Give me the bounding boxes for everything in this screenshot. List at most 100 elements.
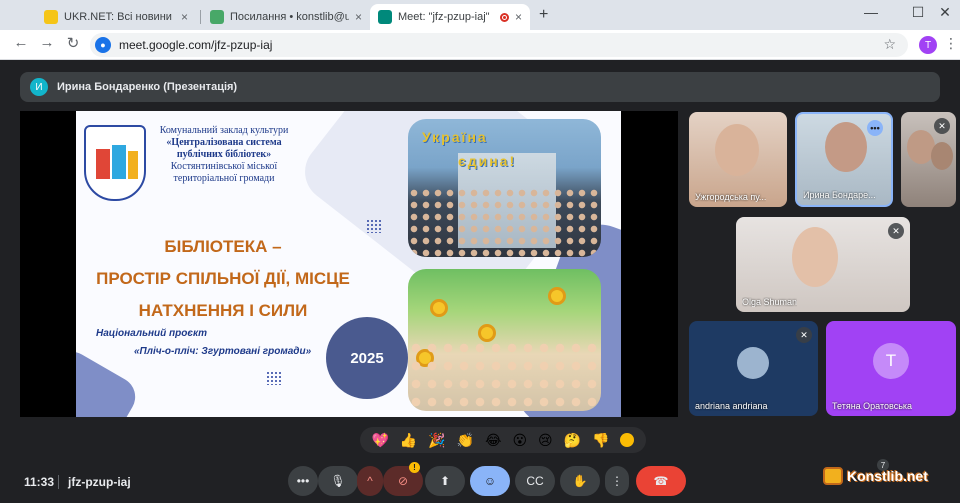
presenter-avatar: И: [30, 78, 48, 96]
footer-separator: [58, 475, 59, 489]
presentation-slide: Комунальний заклад культури «Централізов…: [76, 111, 621, 417]
browser-toolbar: ← → ↻ ● meet.google.com/jfz-pzup-iaj ☆ T…: [0, 30, 960, 60]
more-options-icon[interactable]: •••: [867, 120, 883, 136]
bookmark-star-icon[interactable]: ☆: [883, 36, 896, 53]
muted-mic-icon: ✕: [796, 327, 812, 343]
participant-name: Ужгородська пу...: [695, 192, 767, 202]
close-window-button[interactable]: ✕: [930, 4, 960, 21]
forward-arrow-icon[interactable]: →: [36, 34, 58, 51]
emoji-icon: ☺: [483, 474, 497, 488]
hang-up-icon: ☎: [653, 474, 669, 488]
mail-favicon-icon: [210, 10, 224, 24]
meeting-code: jfz-pzup-iaj: [68, 475, 131, 489]
project-title: Національний проєкт «Пліч-о-пліч: Згурто…: [96, 328, 312, 357]
watermark-logo: [823, 467, 843, 485]
participant-name: Тетяна Оратовська: [832, 401, 913, 411]
participant-name: Olga Shuman: [742, 297, 798, 307]
tab-title: Посилання • konstlib@ukr.net: [230, 11, 349, 23]
close-icon[interactable]: ×: [515, 10, 522, 24]
back-arrow-icon[interactable]: ←: [10, 34, 32, 51]
participant-video: [792, 227, 838, 287]
tab-ukrnet[interactable]: UKR.NET: Всі новини України, ×: [36, 4, 196, 30]
tab-mail[interactable]: Посилання • konstlib@ukr.net ×: [202, 4, 370, 30]
tab-separator: [200, 10, 201, 24]
reaction-thumbs-down[interactable]: 👎: [592, 433, 609, 447]
watermark: Konstlib.net: [823, 467, 928, 485]
meet-window: И Ирина Бондаренко (Презентація) Комунал…: [8, 61, 956, 503]
raise-hand-button[interactable]: ✋: [560, 466, 600, 496]
participant-name: andriana andriana: [695, 401, 768, 411]
reaction-laugh[interactable]: 😂: [485, 433, 501, 447]
camera-options-button[interactable]: ^: [357, 466, 383, 496]
watermark-text: Konstlib.net: [847, 468, 928, 484]
slide-dots-decor: [266, 371, 282, 385]
chevron-up-icon: ^: [367, 474, 373, 488]
participant-avatar: T: [873, 343, 909, 379]
slide-dots-decor: [366, 219, 382, 233]
participant-tile[interactable]: Ужгородська пу...: [689, 112, 787, 207]
microphone-button[interactable]: 🎙: [318, 466, 358, 496]
address-bar[interactable]: ● meet.google.com/jfz-pzup-iaj ☆: [90, 33, 908, 57]
organization-name: Комунальний заклад культури «Централізов…: [159, 125, 289, 184]
year-badge: 2025: [326, 317, 408, 399]
muted-mic-icon: ✕: [888, 223, 904, 239]
participant-tile[interactable]: ✕ Olga Shuman: [736, 217, 910, 312]
meet-favicon-icon: [378, 10, 392, 24]
slide-photo-children: [408, 269, 601, 411]
skin-tone-icon[interactable]: [620, 433, 635, 447]
participant-name: Ирина Бондаре...: [803, 190, 876, 200]
reaction-party[interactable]: 🎉: [428, 433, 445, 447]
participant-video: [825, 122, 867, 172]
tab-meet[interactable]: Meet: "jfz-pzup-iaj" ×: [370, 4, 530, 30]
recording-icon: [499, 12, 509, 22]
url-text: meet.google.com/jfz-pzup-iaj: [119, 38, 273, 52]
reaction-heart[interactable]: 💖: [371, 433, 388, 447]
reactions-bar: 💖 👍 🎉 👏 😂 😮 😢 🤔 👎: [360, 427, 646, 453]
window-edge: [0, 60, 8, 503]
participant-tile[interactable]: ✕: [901, 112, 956, 207]
warning-badge: !: [409, 462, 420, 473]
presenter-banner: И Ирина Бондаренко (Презентація): [20, 72, 940, 102]
participant-tile[interactable]: ✕ andriana andriana: [689, 321, 818, 416]
tab-title: Meet: "jfz-pzup-iaj": [398, 11, 490, 23]
participant-avatar: [737, 347, 769, 379]
participant-video: [715, 124, 759, 176]
close-icon[interactable]: ×: [181, 10, 188, 24]
more-dots-icon: •••: [296, 474, 310, 488]
leave-call-button[interactable]: ☎: [636, 466, 686, 496]
profile-avatar[interactable]: T: [919, 36, 937, 54]
ukrnet-favicon-icon: [44, 10, 58, 24]
new-tab-button[interactable]: +: [539, 6, 548, 24]
presenter-name: Ирина Бондаренко (Презентація): [57, 81, 238, 93]
captions-button[interactable]: CC: [515, 466, 555, 496]
browser-menu-icon[interactable]: ⋮: [944, 35, 958, 52]
slide-headline: БІБЛІОТЕКА – ПРОСТІР СПІЛЬНОЇ ДІЇ, МІСЦЕ…: [96, 237, 350, 320]
participant-tile[interactable]: T Тетяна Оратовська: [826, 321, 956, 416]
reaction-surprised[interactable]: 😮: [512, 433, 527, 447]
reaction-clap[interactable]: 👏: [457, 433, 474, 447]
reaction-thumbs-up[interactable]: 👍: [400, 433, 417, 447]
hand-icon: ✋: [572, 474, 588, 488]
browser-tab-strip: UKR.NET: Всі новини України, × Посилання…: [0, 0, 960, 30]
participant-tile-active-speaker[interactable]: ••• Ирина Бондаре...: [795, 112, 893, 207]
reactions-button[interactable]: ☺: [470, 466, 510, 496]
reaction-sad[interactable]: 😢: [538, 433, 553, 447]
kebab-icon: ⋮: [611, 474, 623, 488]
muted-mic-icon: ✕: [934, 118, 950, 134]
clock-time: 11:33: [24, 475, 55, 489]
slide-photo-assembly: Україна єдина!: [408, 119, 601, 257]
present-screen-button[interactable]: ⬆: [425, 466, 465, 496]
more-audio-options-button[interactable]: •••: [288, 466, 318, 496]
maximize-button[interactable]: ☐: [903, 4, 933, 21]
microphone-icon: 🎙: [330, 474, 346, 488]
site-info-icon[interactable]: ●: [95, 37, 111, 53]
reaction-thinking[interactable]: 🤔: [564, 433, 581, 447]
participant-video: [931, 142, 953, 170]
more-options-button[interactable]: ⋮: [605, 466, 629, 496]
reload-icon[interactable]: ↻: [62, 34, 84, 52]
present-screen-icon: ⬆: [439, 474, 451, 488]
close-icon[interactable]: ×: [355, 10, 362, 24]
captions-icon: CC: [526, 474, 544, 488]
presentation-stage[interactable]: Комунальний заклад культури «Централізов…: [20, 111, 678, 417]
minimize-button[interactable]: —: [856, 4, 886, 20]
